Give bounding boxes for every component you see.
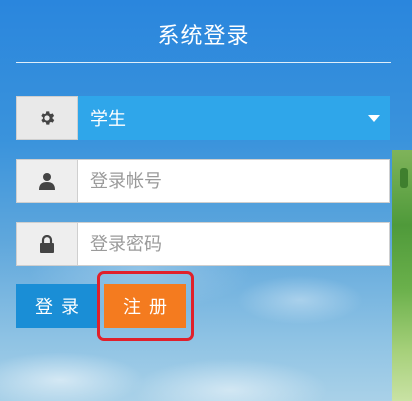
page-title: 系统登录 [157,24,250,49]
login-panel: 系统登录 学生 登录帐号 登录 注册 [0,0,401,401]
login-button[interactable]: 登录 [16,284,98,328]
role-select-row: 学生 [16,96,390,140]
role-select-value: 学生 [90,109,126,130]
grass-detail [400,168,408,188]
user-icon [39,172,55,190]
title-divider [16,62,391,63]
account-row [16,159,390,203]
account-field-wrap [78,159,390,203]
account-addon [16,159,78,203]
password-field-wrap [78,222,390,266]
gear-icon [38,109,56,127]
password-input[interactable] [90,223,389,265]
role-select[interactable]: 学生 [78,96,390,140]
role-addon [16,96,78,140]
account-input[interactable] [90,160,389,202]
register-button[interactable]: 注册 [104,284,186,328]
password-row [16,222,390,266]
lock-icon [40,235,54,253]
password-addon [16,222,78,266]
chevron-down-icon [368,115,380,122]
